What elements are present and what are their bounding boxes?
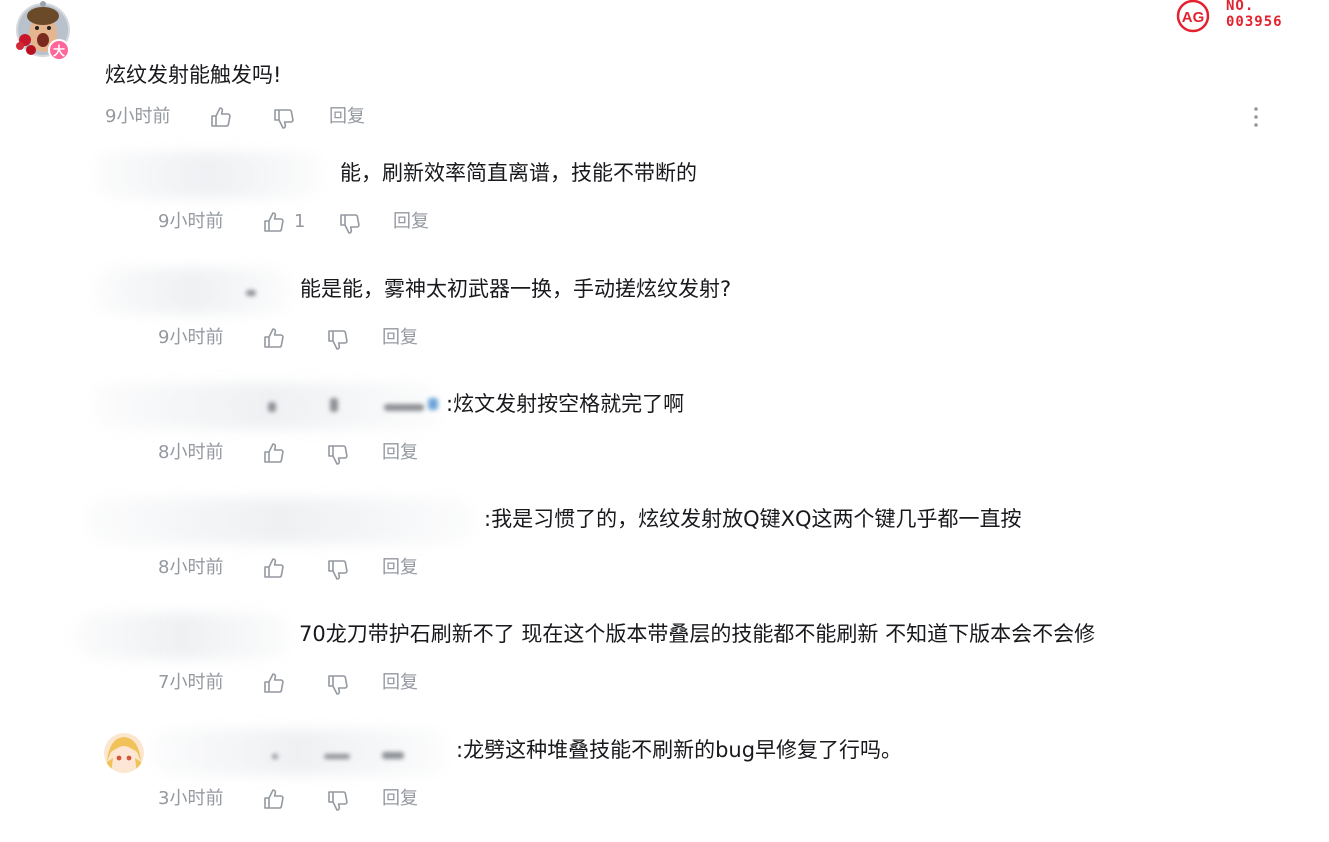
reply-actions: 3小时前 回复 [158, 785, 458, 813]
reply-text: :龙劈这种堆叠技能不刷新的bug早修复了行吗。 [456, 738, 903, 762]
blurred-fragment [246, 290, 256, 296]
thumbs-down-icon[interactable] [326, 327, 350, 351]
reply-text: :炫文发射按空格就完了啊 [446, 392, 685, 416]
reply-time: 8小时前 [158, 557, 224, 578]
reply-button[interactable]: 回复 [382, 324, 418, 352]
blurred-fragment [272, 754, 278, 759]
thumbs-down-icon[interactable] [326, 442, 350, 466]
reply-button[interactable]: 回复 [382, 785, 418, 813]
blurred-fragment [428, 398, 438, 410]
reply-text: 能，刷新效率简直离谱，技能不带断的 [340, 161, 697, 185]
blurred-fragment [330, 398, 338, 412]
reply-time: 8小时前 [158, 442, 224, 463]
reply-time: 7小时前 [158, 672, 224, 693]
level-badge: 大 [53, 43, 65, 58]
reply-actions: 9小时前 1 回复 [158, 208, 458, 236]
thumbs-down-icon[interactable] [338, 211, 362, 235]
reply-actions: 7小时前 回复 [158, 669, 458, 697]
more-vertical-icon[interactable] [1247, 104, 1265, 130]
reply-text: 能是能，雾神太初武器一换，手动搓炫纹发射? [300, 277, 732, 301]
avatar[interactable]: 大 [11, 0, 75, 64]
reply-actions: 9小时前 回复 [158, 324, 458, 352]
reply-button[interactable]: 回复 [382, 554, 418, 582]
watermark-logo-icon: AG [1176, 0, 1210, 33]
comment-thread: AG NO. 003956 大 炫纹发射能触发吗! 9小时前 回复 能，刷新效率… [0, 0, 1329, 842]
blurred-username [92, 268, 292, 314]
like-count: 1 [294, 211, 306, 232]
thumbs-up-icon[interactable] [209, 106, 233, 130]
blurred-fragment [384, 404, 424, 411]
reply-button[interactable]: 回复 [382, 439, 418, 467]
reply-button[interactable]: 回复 [382, 669, 418, 697]
blurred-fragment [324, 754, 350, 759]
thumbs-up-icon[interactable] [262, 211, 286, 235]
thumbs-down-icon[interactable] [272, 106, 296, 130]
reply-text: 70龙刀带护石刷新不了 现在这个版本带叠层的技能都不能刷新 不知道下版本会不会修 [299, 622, 1096, 646]
comment-text: 炫纹发射能触发吗! [105, 63, 282, 87]
watermark-line1: NO. [1226, 0, 1255, 14]
watermark-line2: 003956 [1226, 14, 1283, 30]
reply-text: :我是习惯了的，炫纹发射放Q键XQ这两个键几乎都一直按 [484, 507, 1022, 531]
reply-button[interactable]: 回复 [329, 103, 365, 131]
watermark: AG NO. 003956 [1172, 0, 1312, 40]
blurred-fragment [268, 402, 276, 412]
blurred-fragment [382, 752, 404, 759]
comment-actions: 9小时前 回复 [105, 103, 405, 131]
thumbs-up-icon[interactable] [262, 557, 286, 581]
thumbs-up-icon[interactable] [262, 788, 286, 812]
blurred-username [150, 729, 448, 775]
thumbs-up-icon[interactable] [262, 442, 286, 466]
blurred-username [92, 152, 324, 198]
reply-actions: 8小时前 回复 [158, 439, 458, 467]
reply-actions: 8小时前 回复 [158, 554, 458, 582]
thumbs-up-icon[interactable] [262, 327, 286, 351]
reply-time: 9小时前 [158, 211, 224, 232]
avatar[interactable] [103, 732, 145, 774]
reply-time: 9小时前 [158, 327, 224, 348]
reply-time: 3小时前 [158, 788, 224, 809]
thumbs-down-icon[interactable] [326, 672, 350, 696]
thumbs-down-icon[interactable] [326, 557, 350, 581]
blurred-username [72, 613, 290, 659]
comment-time: 9小时前 [105, 106, 171, 127]
blurred-username [85, 498, 475, 544]
thumbs-up-icon[interactable] [262, 672, 286, 696]
watermark-number: NO. 003956 [1226, 0, 1283, 30]
thumbs-down-icon[interactable] [326, 788, 350, 812]
svg-text:AG: AG [1182, 9, 1205, 26]
reply-button[interactable]: 回复 [393, 208, 429, 236]
